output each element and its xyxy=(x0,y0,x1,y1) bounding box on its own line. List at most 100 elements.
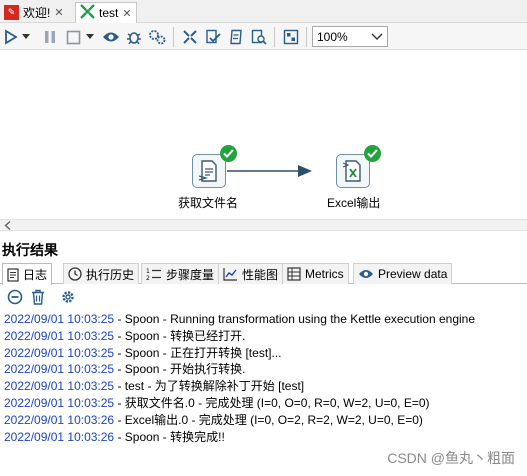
script-icon xyxy=(230,29,242,45)
hop-arrow[interactable] xyxy=(0,51,527,219)
tab-execution-history-label: 执行历史 xyxy=(86,267,135,282)
tab-step-metrics-label: 步骤度量 xyxy=(166,267,215,282)
clear-log-button[interactable] xyxy=(6,288,24,306)
log-line: 2022/09/01 10:03:25 - Spoon - 正在打开转换 [te… xyxy=(4,345,524,362)
log-document-icon xyxy=(7,267,19,282)
editor-tab-bar: ✎ 欢迎! ✕ test ✕ xyxy=(0,0,527,23)
log-line: 2022/09/01 10:03:25 - Spoon - 开始执行转换. xyxy=(4,361,524,378)
log-message: - Spoon - 转换已经打开. xyxy=(114,328,246,343)
log-timestamp: 2022/09/01 10:03:25 xyxy=(4,395,115,410)
minus-circle-icon xyxy=(7,289,23,305)
step-get-file-names[interactable] xyxy=(192,154,226,188)
success-check-icon xyxy=(220,145,237,162)
zoom-value: 100% xyxy=(317,29,348,44)
tab-metrics[interactable]: Metrics xyxy=(282,263,349,284)
chevron-down-icon xyxy=(371,33,383,40)
log-timestamp: 2022/09/01 10:03:25 xyxy=(4,362,115,377)
welcome-icon: ✎ xyxy=(4,5,19,20)
log-output[interactable]: 2022/09/01 10:03:25 - Spoon - Running tr… xyxy=(4,311,524,445)
log-timestamp: 2022/09/01 10:03:25 xyxy=(4,312,115,326)
tab-test-label: test xyxy=(99,6,119,20)
log-message: - Spoon - Running transformation using t… xyxy=(114,312,475,326)
log-line: 2022/09/01 10:03:26 - Excel输出.0 - 完成处理 (… xyxy=(4,412,524,429)
preview-button[interactable] xyxy=(101,27,121,47)
svg-text:2: 2 xyxy=(146,275,150,281)
canvas-horizontal-scrollbar[interactable] xyxy=(0,219,527,231)
log-timestamp: 2022/09/01 10:03:25 xyxy=(4,379,115,394)
tab-execution-history[interactable]: 执行历史 xyxy=(63,263,140,284)
tab-step-metrics[interactable]: 12 步骤度量 xyxy=(141,263,220,284)
eye-icon xyxy=(103,32,119,42)
watermark: CSDN @鱼丸丶粗面 xyxy=(387,450,515,466)
stop-button[interactable] xyxy=(63,27,83,47)
gears-icon xyxy=(149,30,166,45)
log-line: 2022/09/01 10:03:25 - 获取文件名.0 - 完成处理 (I=… xyxy=(4,395,524,412)
pause-icon xyxy=(45,31,55,43)
tab-preview-data-label: Preview data xyxy=(378,267,448,281)
line-chart-icon xyxy=(223,268,237,281)
transformation-toolbar: 100% xyxy=(0,23,527,50)
search-document-icon xyxy=(251,29,267,45)
pause-button[interactable] xyxy=(40,27,60,47)
verify-icon xyxy=(183,30,197,44)
metrics-grid-icon xyxy=(287,267,301,281)
log-timestamp: 2022/09/01 10:03:26 xyxy=(4,429,115,444)
tab-performance-graph[interactable]: 性能图 xyxy=(218,263,284,284)
show-results-button[interactable] xyxy=(281,27,301,47)
chevron-down-icon xyxy=(22,34,30,39)
eye-icon xyxy=(359,270,373,278)
log-message: - test - 为了转换解除补丁开始 [test] xyxy=(114,379,305,394)
excel-file-icon xyxy=(342,160,361,182)
stop-options-dropdown[interactable] xyxy=(84,27,96,47)
scroll-left-icon[interactable] xyxy=(4,221,12,230)
impact-button[interactable] xyxy=(203,27,223,47)
log-message: - Excel输出.0 - 完成处理 (I=0, O=2, R=2, W=2, … xyxy=(114,412,423,427)
tab-metrics-label: Metrics xyxy=(305,267,344,281)
step-excel-output[interactable] xyxy=(336,154,370,188)
verify-button[interactable] xyxy=(180,27,200,47)
tab-preview-data[interactable]: Preview data xyxy=(353,263,453,284)
log-message: - 获取文件名.0 - 完成处理 (I=0, O=0, R=0, W=2, U=… xyxy=(114,395,430,410)
log-line: 2022/09/01 10:03:26 - Spoon - 转换完成!! xyxy=(4,429,524,446)
replay-button[interactable] xyxy=(147,27,167,47)
clock-icon xyxy=(68,267,82,281)
transformation-canvas[interactable]: 获取文件名 Excel输出 xyxy=(0,51,527,219)
zoom-select[interactable]: 100% xyxy=(312,26,388,47)
log-line: 2022/09/01 10:03:25 - test - 为了转换解除补丁开始 … xyxy=(4,378,524,395)
sql-button[interactable] xyxy=(226,27,246,47)
svg-text:1: 1 xyxy=(146,268,150,275)
delete-log-button[interactable] xyxy=(29,288,47,306)
chevron-down-icon xyxy=(86,34,94,39)
close-icon[interactable]: ✕ xyxy=(54,6,63,19)
run-options-dropdown[interactable] xyxy=(20,27,32,47)
log-timestamp: 2022/09/01 10:03:26 xyxy=(4,412,115,427)
file-names-icon xyxy=(198,160,217,182)
run-button[interactable] xyxy=(1,27,21,47)
step-get-file-names-label: 获取文件名 xyxy=(178,196,239,210)
close-icon[interactable]: ✕ xyxy=(122,7,131,20)
toolbar-separator xyxy=(274,27,275,47)
grid-toggle-icon xyxy=(283,29,299,45)
gear-icon xyxy=(62,291,74,303)
toolbar-separator xyxy=(306,27,307,47)
toolbar-separator xyxy=(173,27,174,47)
tab-welcome[interactable]: ✎ 欢迎! ✕ xyxy=(0,2,68,23)
log-message: - Spoon - 开始执行转换. xyxy=(114,362,246,377)
debug-button[interactable] xyxy=(124,27,144,47)
log-toolbar xyxy=(0,285,527,309)
explore-db-button[interactable] xyxy=(249,27,269,47)
log-line: 2022/09/01 10:03:25 - Spoon - Running tr… xyxy=(4,311,524,328)
step-excel-output-label: Excel输出 xyxy=(327,196,381,210)
tab-log-label: 日志 xyxy=(23,268,48,282)
log-settings-button[interactable] xyxy=(59,288,77,306)
log-message: - Spoon - 正在打开转换 [test]... xyxy=(114,345,282,360)
results-tab-bar: 日志 执行历史 12 步骤度量 性能图 Metrics Preview data xyxy=(0,263,527,285)
tab-performance-graph-label: 性能图 xyxy=(242,267,279,282)
trash-icon xyxy=(32,289,44,305)
log-message: - Spoon - 转换完成!! xyxy=(114,429,225,444)
log-timestamp: 2022/09/01 10:03:25 xyxy=(4,328,115,343)
tab-log[interactable]: 日志 xyxy=(2,263,53,285)
play-icon xyxy=(5,29,18,45)
tab-test[interactable]: test ✕ xyxy=(75,2,137,23)
tab-welcome-label: 欢迎! xyxy=(23,6,51,20)
